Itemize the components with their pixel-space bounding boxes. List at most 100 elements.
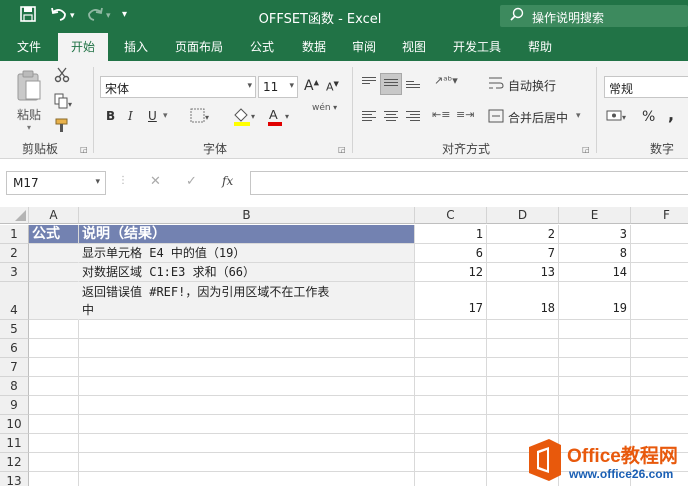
row-header[interactable]: 2 <box>0 244 29 263</box>
column-header-c[interactable]: C <box>415 207 487 224</box>
cell-f3[interactable] <box>631 263 688 282</box>
tab-formulas[interactable]: 公式 <box>240 33 284 61</box>
tab-insert[interactable]: 插入 <box>114 33 158 61</box>
tab-review[interactable]: 审阅 <box>342 33 386 61</box>
align-middle-icon[interactable] <box>384 79 398 91</box>
cell-d2[interactable]: 7 <box>487 244 559 263</box>
tab-page-layout[interactable]: 页面布局 <box>166 33 232 61</box>
tab-view[interactable]: 视图 <box>392 33 436 61</box>
row-header[interactable]: 1 <box>0 225 29 244</box>
cancel-icon[interactable]: ✕ <box>150 174 161 189</box>
formula-input[interactable] <box>250 171 688 195</box>
row-header[interactable]: 9 <box>0 396 29 415</box>
column-header-f[interactable]: F <box>631 207 688 224</box>
tab-file[interactable]: 文件 <box>6 33 52 61</box>
cell-d1[interactable]: 2 <box>487 225 559 244</box>
cell-b1[interactable]: 说明（结果） <box>79 225 415 244</box>
row-header[interactable]: 8 <box>0 377 29 396</box>
cut-icon[interactable] <box>54 67 70 87</box>
copy-icon[interactable]: ▾ <box>54 93 72 113</box>
alignment-launcher-icon[interactable]: ◲ <box>582 145 590 154</box>
decrease-indent-button[interactable]: ⇤≡ <box>432 108 450 121</box>
font-launcher-icon[interactable]: ◲ <box>338 145 346 154</box>
font-name-select[interactable]: 宋体 ▾ <box>100 76 256 98</box>
cell-c1[interactable]: 1 <box>415 225 487 244</box>
wrap-text-button[interactable]: 自动换行 <box>508 77 556 94</box>
cell-a3[interactable] <box>29 263 79 282</box>
row-header[interactable]: 12 <box>0 453 29 472</box>
phonetic-button[interactable]: wén ▾ <box>312 103 337 113</box>
cell-b4[interactable]: 返回错误值 #REF!，因为引用区域不在工作表 中 <box>79 282 415 320</box>
search-box[interactable]: 操作说明搜索 <box>500 5 688 27</box>
name-box[interactable]: M17 ▾ <box>6 171 106 195</box>
comma-button[interactable]: , <box>668 105 674 124</box>
select-all-corner[interactable] <box>0 207 29 224</box>
number-format-select[interactable]: 常规 <box>604 76 688 98</box>
shrink-font-button[interactable]: A▼ <box>326 80 339 94</box>
align-top-icon[interactable] <box>362 77 376 89</box>
cell-c4[interactable]: 17 <box>415 282 487 320</box>
grow-font-button[interactable]: A▲ <box>304 78 319 94</box>
increase-indent-button[interactable]: ≡⇥ <box>456 108 474 121</box>
italic-button[interactable]: I <box>128 109 133 123</box>
group-separator <box>596 67 597 153</box>
cell-a2[interactable] <box>29 244 79 263</box>
cell-e3[interactable]: 14 <box>559 263 631 282</box>
cell-a1[interactable]: 公式 <box>29 225 79 244</box>
cell-f4[interactable] <box>631 282 688 320</box>
row-header[interactable]: 10 <box>0 415 29 434</box>
tab-data[interactable]: 数据 <box>292 33 336 61</box>
cell-d3[interactable]: 13 <box>487 263 559 282</box>
underline-dropdown-icon[interactable]: ▾ <box>163 111 168 121</box>
fill-color-icon[interactable]: ▾ <box>232 106 258 130</box>
row-header[interactable]: 6 <box>0 339 29 358</box>
row-header[interactable]: 7 <box>0 358 29 377</box>
row-header[interactable]: 4 <box>0 282 29 320</box>
wrap-text-icon <box>488 75 504 95</box>
splitter-handle-icon[interactable]: ⋮ <box>118 175 128 186</box>
row-header[interactable]: 5 <box>0 320 29 339</box>
cell-c2[interactable]: 6 <box>415 244 487 263</box>
underline-button[interactable]: U <box>148 109 157 123</box>
borders-icon[interactable]: ▾ <box>190 108 212 128</box>
row-header[interactable]: 3 <box>0 263 29 282</box>
format-painter-icon[interactable] <box>54 117 70 137</box>
cell-b2[interactable]: 显示单元格 E4 中的值（19） <box>79 244 415 263</box>
column-header-d[interactable]: D <box>487 207 559 224</box>
align-center-icon[interactable] <box>384 111 398 123</box>
cell-e1[interactable]: 3 <box>559 225 631 244</box>
tab-home[interactable]: 开始 <box>58 33 108 61</box>
tab-developer[interactable]: 开发工具 <box>444 33 510 61</box>
merge-dropdown-icon[interactable]: ▾ <box>576 111 581 121</box>
svg-text:▾: ▾ <box>205 113 209 122</box>
bold-button[interactable]: B <box>106 109 115 123</box>
cell-f2[interactable] <box>631 244 688 263</box>
cell-e4[interactable]: 19 <box>559 282 631 320</box>
column-header-e[interactable]: E <box>559 207 631 224</box>
merge-center-button[interactable]: 合并后居中 <box>508 109 568 126</box>
column-header-a[interactable]: A <box>29 207 79 224</box>
watermark: Office教程网 www.office26.com <box>525 437 688 486</box>
percent-button[interactable]: % <box>642 109 655 125</box>
cell-e2[interactable]: 8 <box>559 244 631 263</box>
font-color-icon[interactable]: A ▾ <box>266 106 292 130</box>
cell-d4[interactable]: 18 <box>487 282 559 320</box>
align-right-icon[interactable] <box>406 111 420 123</box>
cell-b3[interactable]: 对数据区域 C1:E3 求和（66） <box>79 263 415 282</box>
font-size-select[interactable]: 11 ▾ <box>258 76 298 98</box>
paste-button[interactable]: 粘贴 ▾ <box>14 69 48 132</box>
cell-f1[interactable] <box>631 225 688 244</box>
currency-icon[interactable]: ▾ <box>606 108 630 128</box>
align-left-icon[interactable] <box>362 111 376 123</box>
cell-c3[interactable]: 12 <box>415 263 487 282</box>
cell-a4[interactable] <box>29 282 79 320</box>
row-header[interactable]: 11 <box>0 434 29 453</box>
clipboard-launcher-icon[interactable]: ◲ <box>80 145 88 154</box>
tab-help[interactable]: 帮助 <box>518 33 562 61</box>
row-header[interactable]: 13 <box>0 472 29 486</box>
insert-function-icon[interactable]: fx <box>222 174 233 188</box>
confirm-icon[interactable]: ✓ <box>186 174 197 189</box>
align-bottom-icon[interactable] <box>406 81 420 93</box>
column-header-b[interactable]: B <box>79 207 415 224</box>
orientation-button[interactable]: ↗ᵃᵇ▾ <box>434 74 458 87</box>
